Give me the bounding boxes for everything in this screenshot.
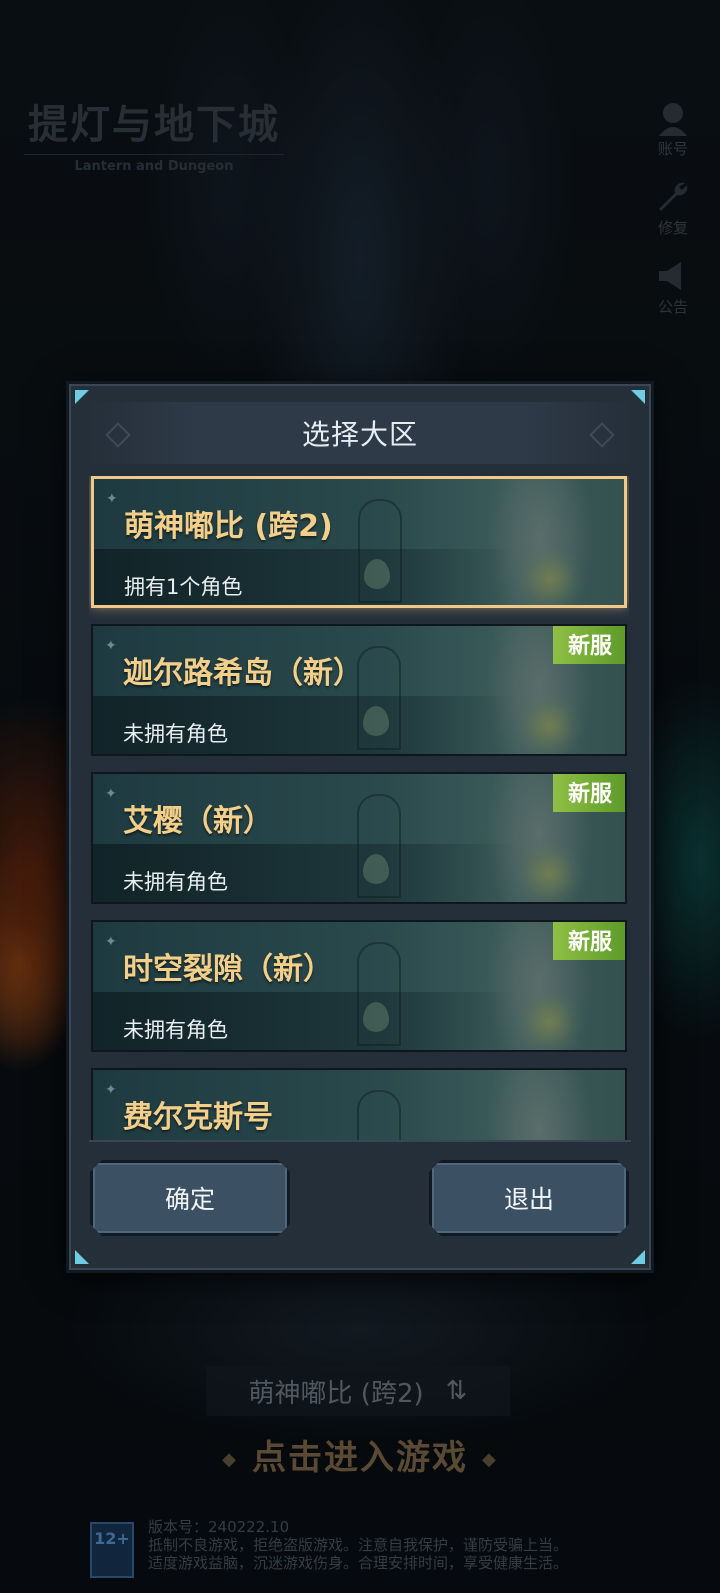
- server-item[interactable]: ✦ 费尔克斯号: [91, 1068, 627, 1142]
- server-name: 萌神嘟比 (跨2): [124, 509, 333, 544]
- enter-game-label: 点击进入游戏: [252, 1438, 468, 1478]
- new-server-badge: 新服: [553, 922, 625, 960]
- confirm-button[interactable]: 确定: [90, 1160, 290, 1236]
- current-server-name: 萌神嘟比 (跨2): [248, 1378, 424, 1409]
- lantern-art: [363, 706, 389, 736]
- sparkle-icon: ✦: [105, 786, 117, 802]
- server-name: 时空裂隙（新）: [123, 952, 333, 987]
- server-status: 未拥有角色: [123, 870, 228, 894]
- server-item[interactable]: ✦ 时空裂隙（新） 未拥有角色 新服: [91, 920, 627, 1052]
- diamond-decoration: [589, 422, 615, 448]
- server-item[interactable]: ✦ 迦尔路希岛（新） 未拥有角色 新服: [91, 624, 627, 756]
- server-item-selected[interactable]: ✦ 萌神嘟比 (跨2) 拥有1个角色: [91, 476, 627, 608]
- lantern-art: [364, 559, 390, 589]
- diamond-icon: ◆: [482, 1449, 498, 1470]
- server-status: 未拥有角色: [123, 1018, 228, 1042]
- server-list[interactable]: ✦ 萌神嘟比 (跨2) 拥有1个角色 ✦ 迦尔路希岛（新） 未拥有角色 新服 ✦…: [89, 476, 629, 1142]
- server-item[interactable]: ✦ 艾樱（新） 未拥有角色 新服: [91, 772, 627, 904]
- diamond-decoration: [105, 422, 131, 448]
- server-status: 拥有1个角色: [124, 575, 243, 599]
- health-notice-line2: 适度游戏益脑，沉迷游戏伤身。合理安排时间，享受健康生活。: [148, 1554, 569, 1572]
- corner-decoration: [631, 390, 645, 404]
- swap-icon: ⇅: [445, 1376, 468, 1406]
- server-status: 未拥有角色: [123, 722, 228, 746]
- sparkle-icon: ✦: [105, 1082, 117, 1098]
- age-rating-badge: 12+: [90, 1522, 134, 1578]
- version-text: 版本号：240222.10: [148, 1518, 290, 1536]
- divider: [89, 1140, 631, 1142]
- corner-decoration: [75, 1250, 89, 1264]
- server-name: 艾樱（新）: [123, 804, 273, 839]
- sparkle-icon: ✦: [106, 491, 118, 507]
- current-server-selector[interactable]: 萌神嘟比 (跨2) ⇅: [206, 1366, 510, 1416]
- diamond-icon: ◆: [222, 1449, 238, 1470]
- corner-decoration: [75, 390, 89, 404]
- new-server-badge: 新服: [553, 774, 625, 812]
- sparkle-icon: ✦: [105, 638, 117, 654]
- dialog-header: 选择大区: [89, 402, 631, 464]
- lantern-art: [363, 1002, 389, 1032]
- server-name: 迦尔路希岛（新）: [123, 656, 363, 691]
- sparkle-icon: ✦: [105, 934, 117, 950]
- server-select-dialog: 选择大区 ✦ 萌神嘟比 (跨2) 拥有1个角色 ✦ 迦尔路希岛（新） 未拥有角色…: [66, 381, 654, 1273]
- new-server-badge: 新服: [553, 626, 625, 664]
- corner-decoration: [631, 1250, 645, 1264]
- dialog-title: 选择大区: [301, 418, 418, 451]
- server-name: 费尔克斯号: [123, 1100, 273, 1135]
- health-notice-line1: 抵制不良游戏，拒绝盗版游戏。注意自我保护，谨防受骗上当。: [148, 1536, 569, 1554]
- footer-notice: 12+ 版本号：240222.10 抵制不良游戏，拒绝盗版游戏。注意自我保护，谨…: [90, 1518, 710, 1578]
- lantern-art: [363, 854, 389, 884]
- exit-button[interactable]: 退出: [429, 1160, 629, 1236]
- enter-game-button[interactable]: ◆ 点击进入游戏 ◆: [0, 1430, 720, 1479]
